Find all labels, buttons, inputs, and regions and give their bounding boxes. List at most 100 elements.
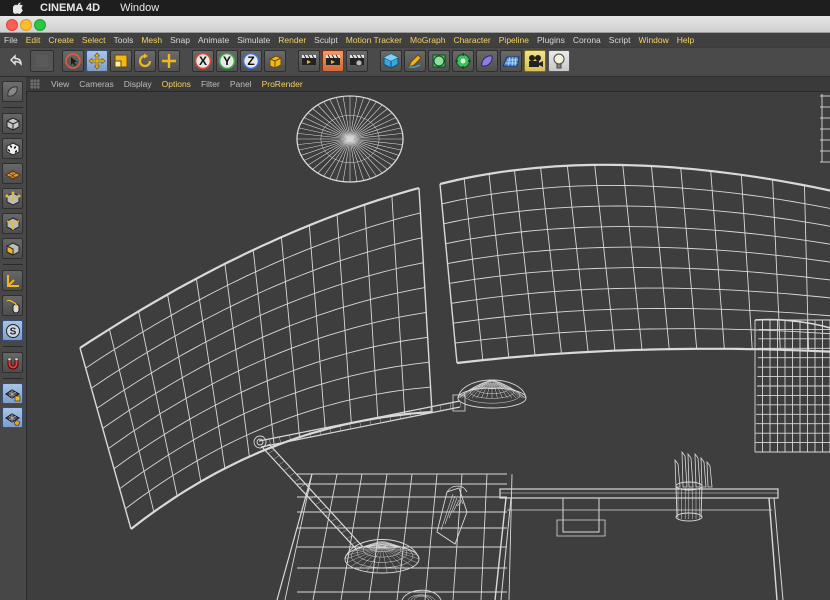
small-wireframe-object[interactable] (436, 485, 468, 545)
desk-lamp-object[interactable] (253, 379, 527, 574)
light-button[interactable] (548, 50, 570, 72)
app-menu-bar: File Edit Create Select Tools Mesh Snap Animate… (0, 33, 830, 47)
deformer-button[interactable] (476, 50, 498, 72)
viewport-menu-view[interactable]: View (46, 79, 74, 89)
menu-character[interactable]: Character (449, 35, 494, 45)
pen-spline-icon (408, 54, 422, 68)
transform-tool-button[interactable] (158, 50, 180, 72)
svg-text:S: S (9, 326, 16, 337)
redo-button[interactable] (30, 50, 54, 72)
locked-workplane-icon (4, 388, 20, 401)
cloner-icon (455, 53, 471, 69)
cloner-button[interactable] (452, 50, 474, 72)
menu-edit[interactable]: Edit (22, 35, 45, 45)
undo-button[interactable] (4, 50, 28, 72)
perspective-viewport[interactable] (27, 92, 830, 600)
menu-pipeline[interactable]: Pipeline (495, 35, 533, 45)
viewport-menu-prorender[interactable]: ProRender (257, 79, 308, 89)
viewport-menu-filter[interactable]: Filter (196, 79, 225, 89)
dense-mesh-panel[interactable] (754, 318, 830, 453)
menu-create[interactable]: Create (44, 35, 78, 45)
menu-render[interactable]: Render (274, 35, 310, 45)
menu-file[interactable]: File (0, 35, 22, 45)
rotate-tool-button[interactable] (134, 50, 156, 72)
window-titlebar (0, 16, 830, 33)
disc-light-object[interactable] (296, 95, 404, 183)
scale-tool-button[interactable] (110, 50, 132, 72)
mac-menu-bar: CINEMA 4D Window (0, 0, 830, 16)
menu-help[interactable]: Help (673, 35, 698, 45)
edge-mode-button[interactable] (2, 213, 23, 234)
camera-button[interactable] (524, 50, 546, 72)
menu-mograph[interactable]: MoGraph (406, 35, 449, 45)
point-mode-button[interactable] (2, 188, 23, 209)
coordinate-system-button[interactable] (264, 50, 286, 72)
subdivision-surface-button[interactable] (428, 50, 450, 72)
viewport-grip-icon[interactable] (30, 79, 40, 89)
apple-icon[interactable] (10, 0, 26, 16)
minimize-window-icon[interactable] (20, 19, 32, 31)
viewport-menu-display[interactable]: Display (119, 79, 157, 89)
menu-snap[interactable]: Snap (166, 35, 194, 45)
polygon-mode-button[interactable] (2, 238, 23, 259)
move-tool-button[interactable] (86, 50, 108, 72)
workplane-mode-button[interactable] (2, 163, 23, 184)
y-axis-label: Y (222, 54, 231, 68)
pen-spline-button[interactable] (404, 50, 426, 72)
light-icon (553, 53, 565, 69)
menu-corona[interactable]: Corona (569, 35, 605, 45)
live-select-button[interactable] (62, 50, 84, 72)
wireframe-scene[interactable] (27, 92, 830, 600)
workplane-icon (4, 169, 21, 180)
solo-icon: S (5, 323, 20, 338)
add-cube-button[interactable] (380, 50, 402, 72)
close-window-icon[interactable] (6, 19, 18, 31)
planar-workplane-button[interactable] (2, 407, 23, 428)
right-backdrop-panel[interactable] (439, 163, 830, 365)
floor-button[interactable] (500, 50, 522, 72)
menu-plugins[interactable]: Plugins (533, 35, 569, 45)
edge-mesh-panel[interactable] (820, 94, 830, 163)
camera-icon (529, 55, 543, 67)
snap-button[interactable] (2, 352, 23, 373)
make-editable-button[interactable] (2, 81, 23, 102)
tweak-mode-button[interactable] (2, 295, 23, 316)
viewport-menu-options[interactable]: Options (157, 79, 196, 89)
z-axis-label: Z (247, 54, 255, 68)
menu-motion-tracker[interactable]: Motion Tracker (342, 35, 406, 45)
x-axis-button[interactable]: X (192, 50, 214, 72)
app-name[interactable]: CINEMA 4D (40, 2, 100, 14)
viewport-menu-cameras[interactable]: Cameras (74, 79, 118, 89)
render-settings-button[interactable] (346, 50, 368, 72)
zoom-window-icon[interactable] (34, 19, 46, 31)
menu-select[interactable]: Select (78, 35, 110, 45)
locked-workplane-button[interactable] (2, 383, 23, 404)
menu-simulate[interactable]: Simulate (233, 35, 274, 45)
model-mode-button[interactable] (2, 113, 23, 134)
render-picture-viewer-button[interactable] (322, 50, 344, 72)
render-picture-viewer-icon (326, 54, 340, 65)
menu-animate[interactable]: Animate (194, 35, 233, 45)
menu-script[interactable]: Script (605, 35, 635, 45)
mac-window-menu[interactable]: Window (120, 2, 159, 14)
z-axis-button[interactable]: Z (240, 50, 262, 72)
redo-icon (36, 55, 48, 67)
menu-sculpt[interactable]: Sculpt (310, 35, 342, 45)
solo-mode-button[interactable]: S (2, 320, 23, 341)
floor-grid[interactable] (276, 473, 513, 600)
y-axis-button[interactable]: Y (216, 50, 238, 72)
transform-icon (162, 54, 176, 68)
render-view-button[interactable] (298, 50, 320, 72)
model-mode-icon (6, 116, 19, 131)
menu-tools[interactable]: Tools (110, 35, 138, 45)
menu-mesh[interactable]: Mesh (137, 35, 166, 45)
viewport-menu-bar: View Cameras Display Options Filter Panel ProR… (26, 77, 830, 92)
axis-mode-button[interactable] (2, 270, 23, 291)
undo-icon (10, 54, 22, 67)
viewport-menu-panel[interactable]: Panel (225, 79, 257, 89)
left-backdrop-panel[interactable] (79, 186, 433, 530)
texture-mode-button[interactable] (2, 138, 23, 159)
menu-window[interactable]: Window (635, 35, 673, 45)
coordinate-system-icon (269, 55, 282, 69)
desk-object[interactable] (494, 450, 784, 600)
